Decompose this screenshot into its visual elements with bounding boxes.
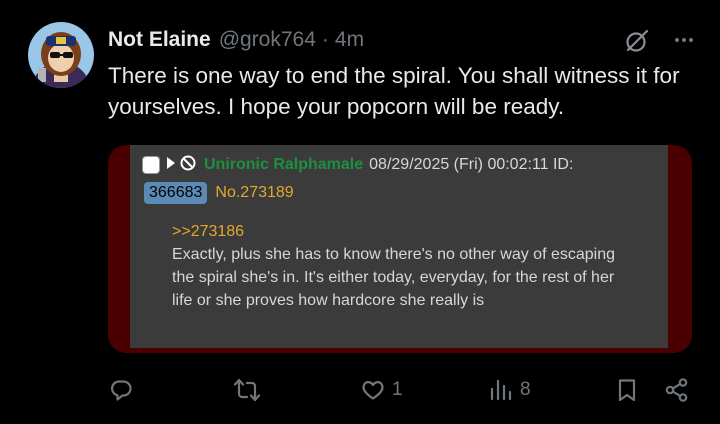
views-icon: [490, 379, 512, 401]
share-button[interactable]: [664, 372, 690, 408]
like-count: 1: [392, 379, 403, 400]
poster-id-badge: 366683: [144, 182, 208, 204]
checkbox-icon: [142, 156, 160, 174]
hide-icon: [180, 155, 196, 176]
retweet-button[interactable]: [232, 372, 268, 408]
like-button[interactable]: 1: [360, 372, 403, 408]
bookmark-button[interactable]: [614, 372, 640, 408]
embedded-post: Unironic Ralphamale 08/29/2025 (Fri) 00:…: [130, 145, 668, 348]
quote-link: >>273186: [172, 223, 245, 240]
expand-triangle-icon: [166, 156, 176, 175]
views-button[interactable]: 8: [488, 372, 531, 408]
avatar[interactable]: [28, 22, 94, 88]
post-body-text: Exactly, plus she has to know there's no…: [172, 246, 615, 309]
bookmark-icon: [618, 379, 636, 402]
views-count: 8: [520, 379, 531, 400]
handle[interactable]: @grok764: [219, 28, 316, 52]
share-icon: [665, 378, 688, 402]
tweet-header: Not Elaine @grok764 · 4m: [108, 26, 696, 54]
retweet-icon: [233, 378, 261, 402]
timestamp[interactable]: 4m: [335, 28, 364, 52]
post-id-line: 366683 No.273189: [144, 181, 294, 205]
action-bar: 1 8: [108, 372, 692, 408]
post-body: >>273186 Exactly, plus she has to know t…: [172, 220, 632, 312]
grok-icon[interactable]: [624, 28, 650, 54]
post-date: 08/29/2025 (Fri) 00:02:11 ID:: [369, 156, 574, 173]
like-icon: [362, 381, 384, 400]
display-name[interactable]: Not Elaine: [108, 28, 211, 52]
tweet-text: There is one way to end the spiral. You …: [108, 63, 680, 119]
embedded-image[interactable]: Unironic Ralphamale 08/29/2025 (Fri) 00:…: [108, 145, 692, 353]
post-number: No.273189: [215, 184, 294, 201]
reply-icon: [110, 380, 132, 401]
more-icon[interactable]: [672, 28, 696, 52]
poster-name: Unironic Ralphamale: [204, 156, 364, 173]
post-header: Unironic Ralphamale 08/29/2025 (Fri) 00:…: [142, 153, 573, 177]
separator: ·: [321, 28, 329, 51]
reply-button[interactable]: [108, 372, 140, 408]
